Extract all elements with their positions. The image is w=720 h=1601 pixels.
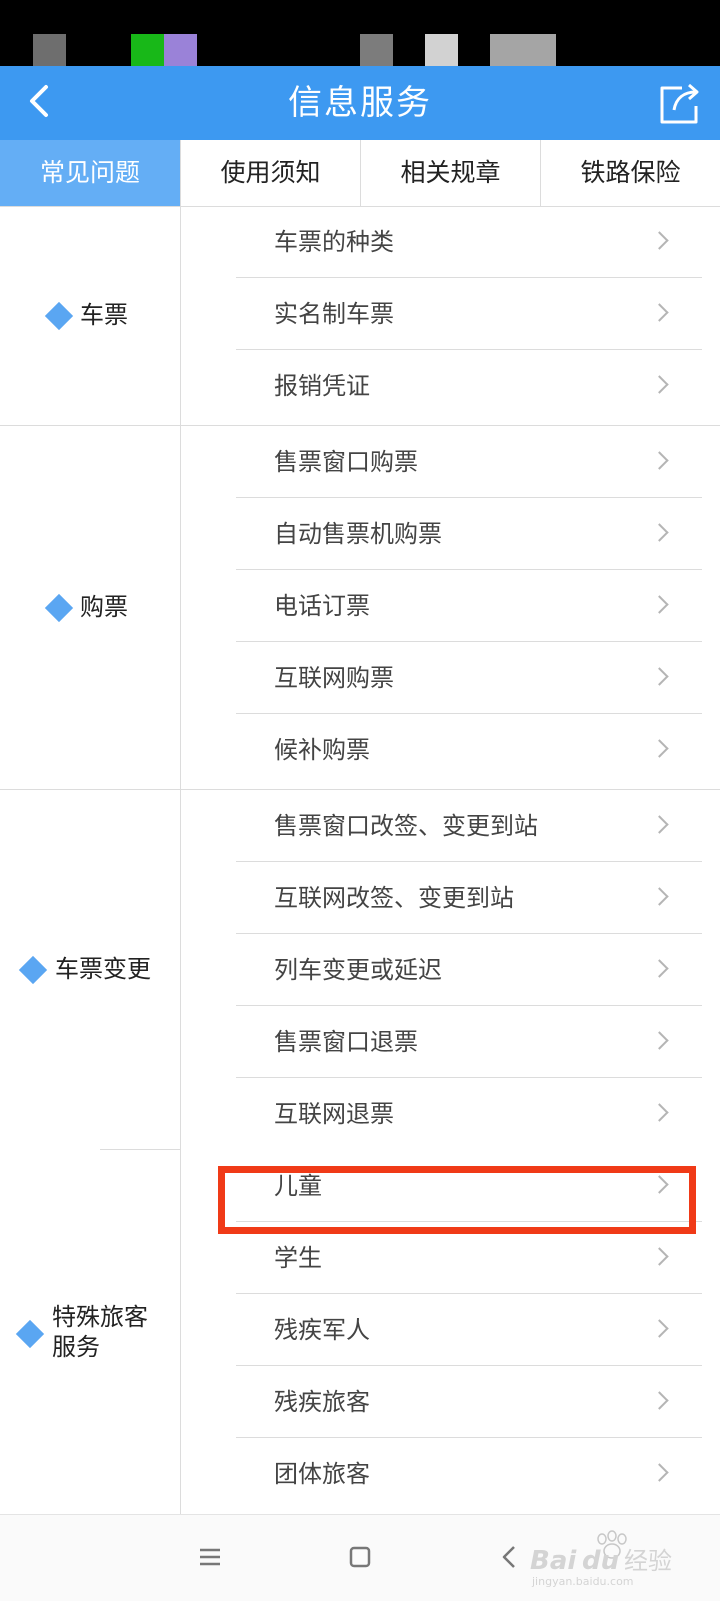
faq-item[interactable]: 售票窗口购票 xyxy=(236,426,702,499)
tab-railway-insurance[interactable]: 铁路保险 xyxy=(540,140,720,206)
nav-menu-button[interactable] xyxy=(190,1537,230,1577)
faq-item-label: 互联网改签、变更到站 xyxy=(274,884,514,912)
chevron-right-icon xyxy=(650,1463,669,1482)
status-bar xyxy=(0,0,720,66)
page-title: 信息服务 xyxy=(288,83,432,123)
status-block xyxy=(33,34,66,66)
faq-item-label: 互联网退票 xyxy=(274,1100,394,1128)
chevron-right-icon xyxy=(650,523,669,542)
faq-item-label: 自动售票机购票 xyxy=(274,520,442,548)
back-button[interactable] xyxy=(22,78,72,128)
faq-item[interactable]: 售票窗口退票 xyxy=(236,1006,702,1079)
category-label: 车票变更 xyxy=(55,955,151,983)
baidu-jingyan-watermark: Bai du 经验 jingyan.baidu.com xyxy=(530,1529,680,1589)
system-nav-bar: Bai du 经验 jingyan.baidu.com xyxy=(0,1514,720,1601)
chevron-right-icon xyxy=(650,739,669,758)
category-ticket-change: 车票变更 xyxy=(0,790,180,1149)
tab-regulations[interactable]: 相关规章 xyxy=(360,140,540,206)
svg-text:du: du xyxy=(582,1546,619,1576)
faq-item-label: 售票窗口退票 xyxy=(274,1028,418,1056)
faq-item[interactable]: 售票窗口改签、变更到站 xyxy=(236,790,702,863)
share-button[interactable] xyxy=(652,76,706,130)
faq-item[interactable]: 报销凭证 xyxy=(236,350,702,423)
nav-back-icon xyxy=(502,1546,515,1568)
highlight-frame xyxy=(218,1166,696,1234)
faq-item-label: 互联网购票 xyxy=(274,664,394,692)
chevron-right-icon xyxy=(650,303,669,322)
chevron-right-icon xyxy=(650,1391,669,1410)
faq-item[interactable]: 互联网改签、变更到站 xyxy=(236,862,702,935)
faq-item-label: 列车变更或延迟 xyxy=(274,956,442,984)
faq-item-label: 售票窗口购票 xyxy=(274,448,418,476)
faq-item[interactable]: 互联网退票 xyxy=(236,1078,702,1151)
home-square-icon xyxy=(349,1546,371,1568)
tab-bar: 常见问题 使用须知 相关规章 铁路保险 xyxy=(0,140,720,207)
share-icon xyxy=(660,83,699,124)
faq-item-label: 车票的种类 xyxy=(274,228,394,256)
svg-text:经验: 经验 xyxy=(624,1547,672,1575)
diamond-icon xyxy=(44,593,74,623)
faq-item-label: 实名制车票 xyxy=(274,300,394,328)
category-purchase: 购票 xyxy=(0,426,180,789)
chevron-right-icon xyxy=(650,667,669,686)
faq-item-label: 报销凭证 xyxy=(274,372,370,400)
chevron-right-icon xyxy=(650,1319,669,1338)
status-block xyxy=(490,34,556,66)
status-block xyxy=(360,34,393,66)
watermark-logo: Bai du 经验 jingyan.baidu.com xyxy=(530,1530,672,1588)
faq-item[interactable]: 实名制车票 xyxy=(236,278,702,351)
status-block xyxy=(131,34,164,66)
faq-item[interactable]: 自动售票机购票 xyxy=(236,498,702,571)
faq-item-label: 团体旅客 xyxy=(274,1460,370,1488)
chevron-right-icon xyxy=(650,231,669,250)
diamond-icon xyxy=(44,301,74,331)
back-chevron-icon xyxy=(30,85,48,117)
status-block xyxy=(425,34,458,66)
status-block xyxy=(164,34,197,66)
chevron-right-icon xyxy=(650,959,669,978)
faq-item[interactable]: 互联网购票 xyxy=(236,642,702,715)
faq-item[interactable]: 车票的种类 xyxy=(236,206,702,279)
faq-item-label: 电话订票 xyxy=(274,592,370,620)
section-divider xyxy=(180,789,720,790)
chevron-right-icon xyxy=(650,451,669,470)
diamond-icon xyxy=(18,955,48,985)
nav-home-button[interactable] xyxy=(340,1537,380,1577)
category-label-line: 服务 xyxy=(52,1333,100,1361)
section-divider xyxy=(180,425,720,426)
faq-item-label: 售票窗口改签、变更到站 xyxy=(274,812,538,840)
faq-item[interactable]: 残疾旅客 xyxy=(236,1366,702,1439)
tab-faq[interactable]: 常见问题 xyxy=(0,140,180,206)
chevron-right-icon xyxy=(650,815,669,834)
faq-item-label: 残疾旅客 xyxy=(274,1388,370,1416)
faq-item[interactable]: 列车变更或延迟 xyxy=(236,934,702,1007)
menu-icon xyxy=(200,1548,220,1566)
faq-item[interactable]: 团体旅客 xyxy=(236,1438,702,1511)
category-special-passengers: 特殊旅客 服务 xyxy=(0,1150,180,1514)
faq-list: 车票 购票 车票变更 特殊旅客 服务 车票的种类实名制车票报销凭证售票窗口购票自… xyxy=(0,206,720,1514)
faq-item[interactable]: 电话订票 xyxy=(236,570,702,643)
chevron-right-icon xyxy=(650,1103,669,1122)
chevron-right-icon xyxy=(650,1031,669,1050)
diamond-icon xyxy=(15,1319,45,1349)
svg-text:Bai: Bai xyxy=(530,1546,577,1576)
faq-item-label: 候补购票 xyxy=(274,736,370,764)
category-label: 特殊旅客 服务 xyxy=(52,1302,148,1362)
column-divider xyxy=(180,206,181,1514)
chevron-right-icon xyxy=(650,1247,669,1266)
faq-item[interactable]: 残疾军人 xyxy=(236,1294,702,1367)
category-label: 购票 xyxy=(80,593,128,621)
category-label: 车票 xyxy=(80,301,128,329)
svg-text:jingyan.baidu.com: jingyan.baidu.com xyxy=(531,1575,634,1588)
chevron-right-icon xyxy=(650,375,669,394)
nav-back-button[interactable] xyxy=(490,1537,530,1577)
category-label-line: 特殊旅客 xyxy=(52,1303,148,1331)
faq-item-label: 残疾军人 xyxy=(274,1316,370,1344)
chevron-right-icon xyxy=(650,595,669,614)
chevron-right-icon xyxy=(650,887,669,906)
faq-item[interactable]: 候补购票 xyxy=(236,714,702,787)
category-tickets: 车票 xyxy=(0,206,180,425)
app-header: 信息服务 xyxy=(0,66,720,140)
tab-usage-notes[interactable]: 使用须知 xyxy=(180,140,360,206)
